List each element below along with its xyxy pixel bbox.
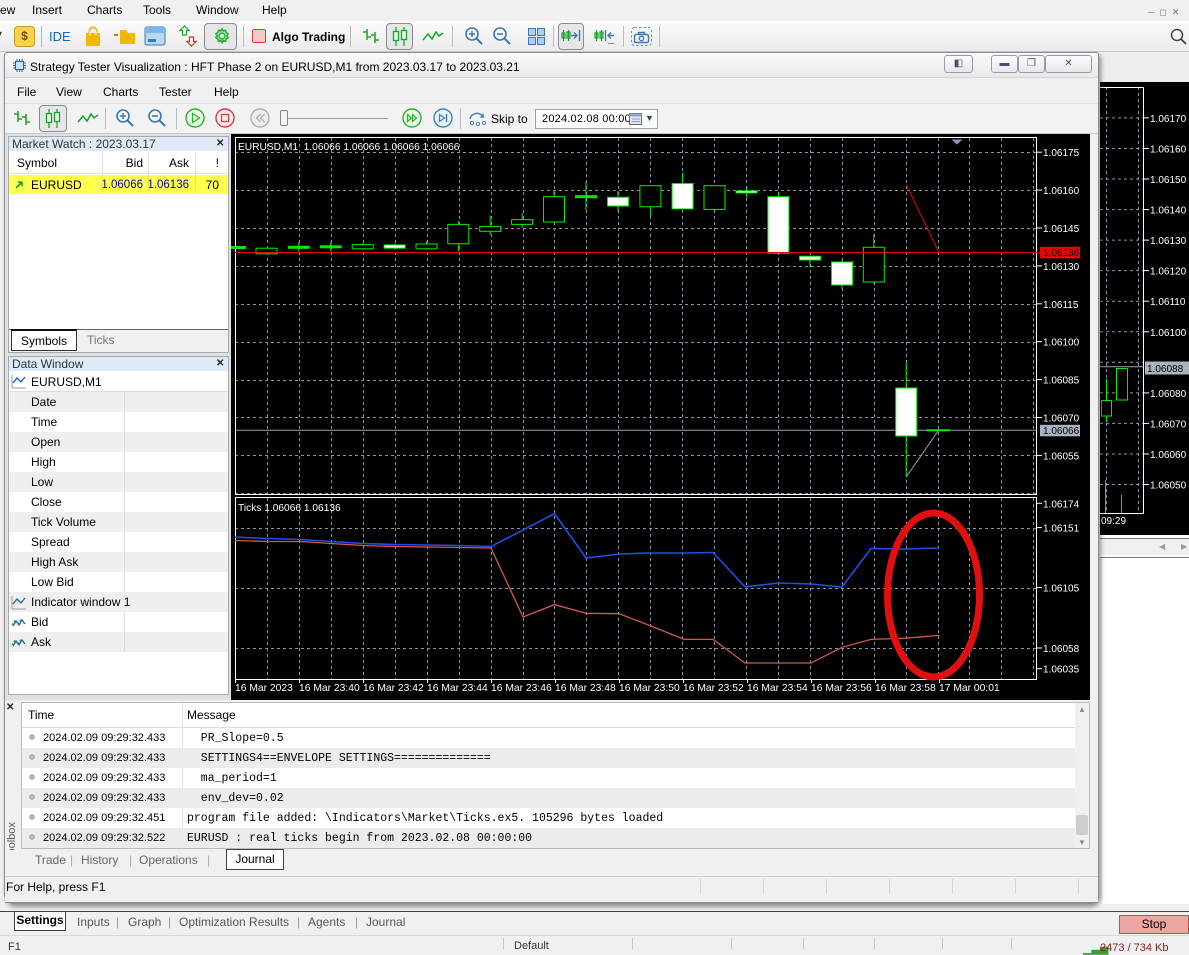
svg-text:1.06100: 1.06100 — [1150, 328, 1187, 339]
svg-text:1.06035: 1.06035 — [1043, 665, 1080, 676]
svg-text:16 Mar 23:54: 16 Mar 23:54 — [747, 683, 808, 694]
svg-text:1.06050: 1.06050 — [1150, 481, 1187, 492]
svg-text:1.06120: 1.06120 — [1150, 267, 1187, 278]
svg-text:16 Mar 23:46: 16 Mar 23:46 — [491, 683, 552, 694]
svg-text:1.06170: 1.06170 — [1150, 114, 1187, 125]
svg-text:16 Mar 23:48: 16 Mar 23:48 — [555, 683, 616, 694]
svg-text:09:29: 09:29 — [1101, 516, 1126, 527]
svg-text:EURUSD,M1 1.06066 1.06066 1.0: EURUSD,M1 1.06066 1.06066 1.06066 1.0606… — [238, 142, 460, 153]
svg-text:1.06085: 1.06085 — [1043, 376, 1080, 387]
svg-text:1.06060: 1.06060 — [1150, 450, 1187, 461]
svg-text:1.06058: 1.06058 — [1043, 644, 1080, 655]
svg-text:1.06066: 1.06066 — [1043, 426, 1080, 437]
svg-text:16 Mar 2023: 16 Mar 2023 — [235, 683, 293, 694]
svg-text:1.06174: 1.06174 — [1043, 499, 1080, 510]
svg-text:1.06151: 1.06151 — [1043, 524, 1080, 535]
svg-text:1.06160: 1.06160 — [1043, 186, 1080, 197]
svg-text:1.06175: 1.06175 — [1043, 148, 1080, 159]
svg-text:1.06136: 1.06136 — [1043, 248, 1080, 259]
svg-text:1.06088: 1.06088 — [1147, 364, 1184, 375]
svg-text:16 Mar 23:40: 16 Mar 23:40 — [299, 683, 360, 694]
svg-text:16 Mar 23:50: 16 Mar 23:50 — [619, 683, 680, 694]
svg-text:1.06070: 1.06070 — [1150, 419, 1187, 430]
svg-text:1.06115: 1.06115 — [1043, 300, 1079, 311]
svg-text:16 Mar 23:44: 16 Mar 23:44 — [427, 683, 488, 694]
svg-text:1.06080: 1.06080 — [1150, 389, 1187, 400]
svg-text:Ticks 1.06066 1.06136: Ticks 1.06066 1.06136 — [238, 503, 341, 514]
svg-text:16 Mar 23:52: 16 Mar 23:52 — [683, 683, 744, 694]
svg-text:17 Mar 00:01: 17 Mar 00:01 — [939, 683, 1000, 694]
svg-text:16 Mar 23:58: 16 Mar 23:58 — [875, 683, 936, 694]
svg-text:16 Mar 23:56: 16 Mar 23:56 — [811, 683, 872, 694]
svg-text:16 Mar 23:42: 16 Mar 23:42 — [363, 683, 424, 694]
svg-text:1.06130: 1.06130 — [1150, 236, 1187, 247]
svg-text:1.06105: 1.06105 — [1043, 584, 1080, 595]
svg-text:1.06100: 1.06100 — [1043, 338, 1080, 349]
svg-text:1.06070: 1.06070 — [1043, 414, 1080, 425]
svg-text:1.06055: 1.06055 — [1043, 451, 1080, 462]
svg-text:1.06145: 1.06145 — [1043, 224, 1080, 235]
svg-text:1.06130: 1.06130 — [1043, 262, 1080, 273]
svg-text:1.06110: 1.06110 — [1150, 297, 1186, 308]
svg-text:1.06140: 1.06140 — [1150, 206, 1187, 217]
svg-text:1.06160: 1.06160 — [1150, 145, 1187, 156]
svg-text:1.06150: 1.06150 — [1150, 175, 1187, 186]
